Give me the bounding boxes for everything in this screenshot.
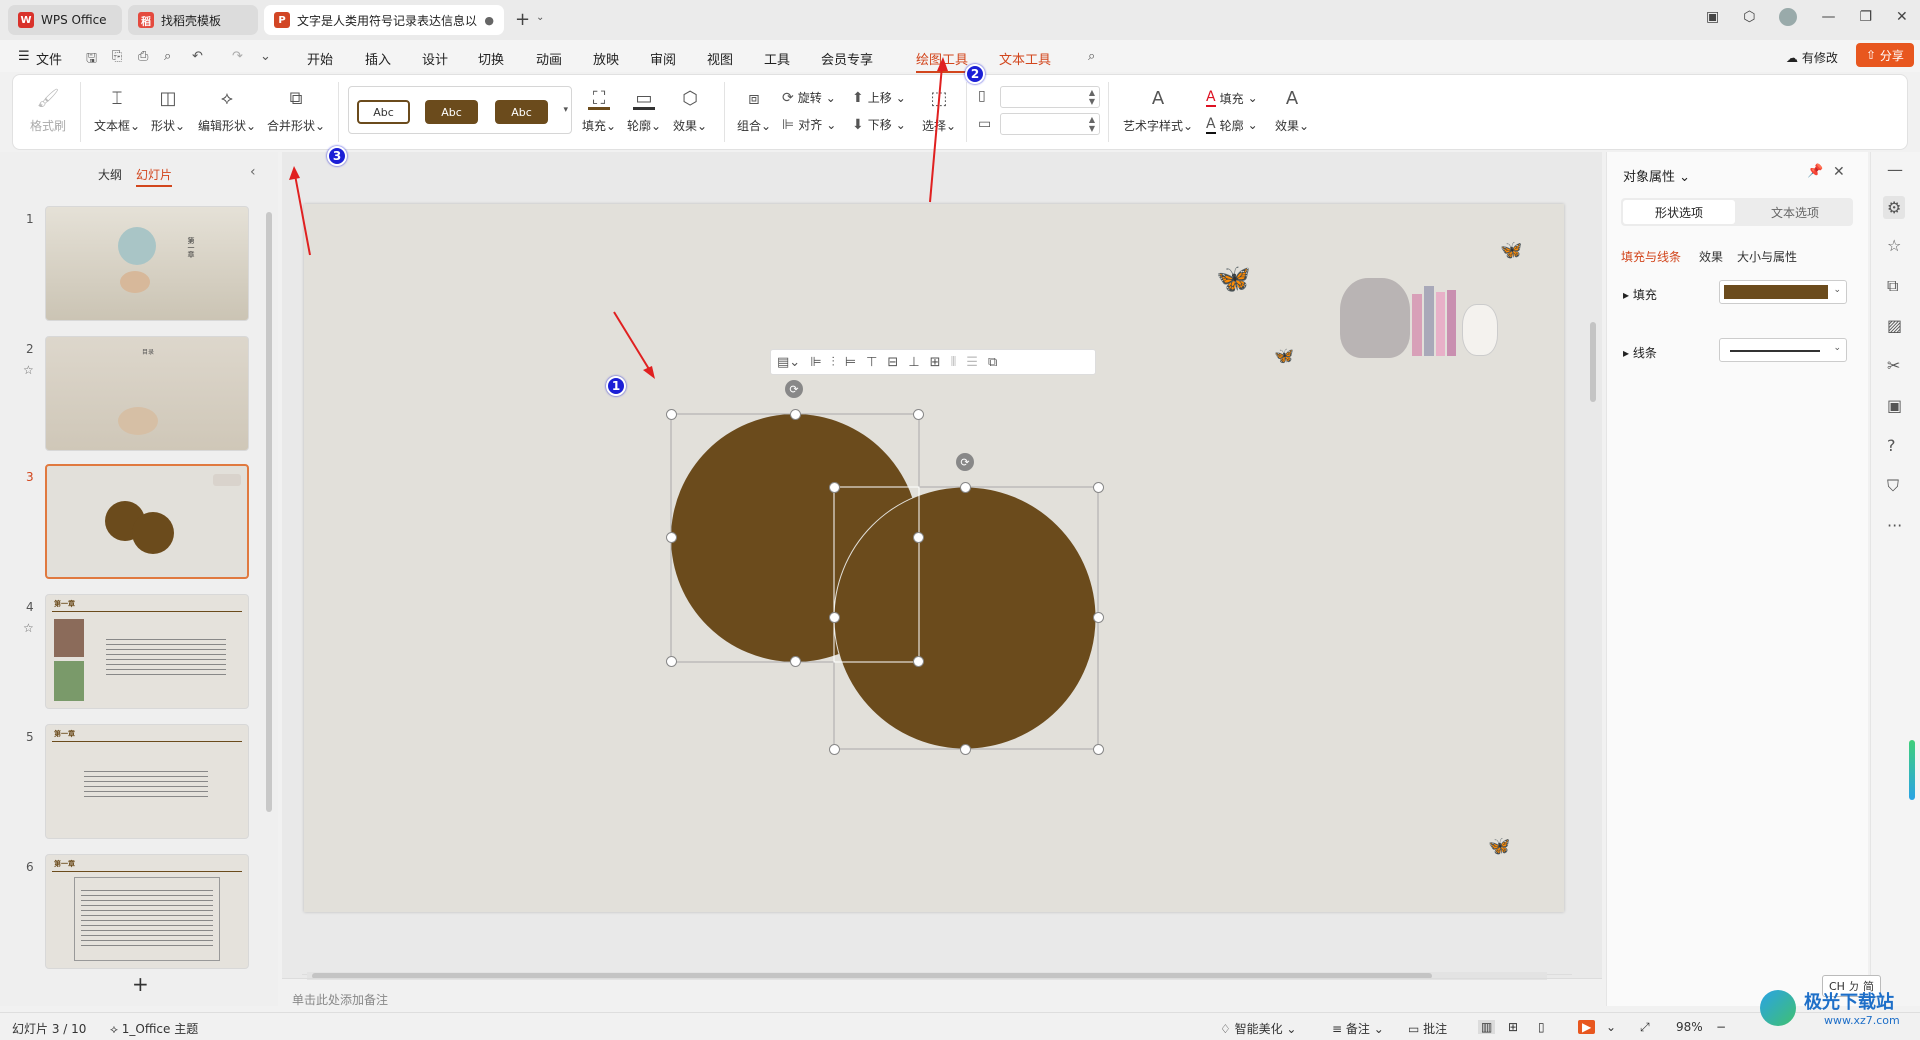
copy-icon[interactable]: ⧉ — [1887, 276, 1898, 296]
panel-title-label: 对象属性 — [1623, 170, 1676, 185]
resize-handle[interactable] — [913, 656, 924, 667]
object-properties-panel: 对象属性 ⌄ 📌 ✕ 形状选项 文本选项 填充与线条 效果 大小与属性 ▸ 填充… — [1606, 152, 1868, 1006]
expand-icon: ▸ — [1623, 288, 1633, 302]
annotation-badge-1: 1 — [606, 376, 626, 396]
resize-handle[interactable] — [666, 532, 677, 543]
watermark-name: 极光下载站 — [1804, 992, 1894, 1013]
resize-handle[interactable] — [1093, 482, 1104, 493]
beautify-label: 智能美化 — [1234, 1022, 1283, 1036]
tab-shape-options[interactable]: 形状选项 — [1623, 200, 1735, 224]
comments-label: 批注 — [1423, 1022, 1448, 1036]
shirt-icon[interactable]: ⛉ — [1887, 476, 1899, 496]
arrow-head — [643, 366, 655, 379]
rotate-handle-icon[interactable]: ⟳ — [956, 453, 974, 471]
tools-icon[interactable]: ✂ — [1887, 356, 1900, 375]
properties-icon[interactable]: ⚙ — [1883, 196, 1906, 219]
line-style-swatch — [1730, 350, 1820, 352]
close-icon[interactable]: ✕ — [1833, 164, 1845, 180]
fill-color-dropdown[interactable]: ⌄ — [1719, 280, 1847, 304]
fill-section[interactable]: ▸ 填充 — [1623, 286, 1657, 303]
chevron-down-icon[interactable]: ⌄ — [1606, 1020, 1616, 1034]
arrow-annotation — [929, 65, 943, 203]
reading-view-icon[interactable]: ▯ — [1538, 1020, 1545, 1034]
fit-window-icon[interactable]: ⤢ — [1640, 1020, 1650, 1035]
zoom-out-icon[interactable]: − — [1716, 1020, 1726, 1034]
chevron-down-icon: ⌄ — [1833, 343, 1841, 353]
panel-title[interactable]: 对象属性 ⌄ — [1623, 166, 1690, 185]
resize-handle[interactable] — [960, 482, 971, 493]
minimize-panel-icon[interactable]: — — [1887, 160, 1903, 179]
watermark-logo: 极光下载站 www.xz7.com — [1760, 986, 1920, 1038]
status-bar: 幻灯片 3 / 10 ⟡ 1_Office 主题 ♢ 智能美化 ⌄ ≡ 备注 ⌄… — [0, 1012, 1920, 1040]
resize-handle[interactable] — [829, 482, 840, 493]
play-slideshow-button[interactable]: ▶ — [1578, 1020, 1596, 1034]
resize-handle[interactable] — [666, 409, 677, 420]
annotation-badge-2: 2 — [965, 64, 985, 84]
pin-icon[interactable]: 📌 — [1807, 164, 1823, 179]
floating-widget[interactable] — [1909, 740, 1915, 800]
resize-handle[interactable] — [960, 744, 971, 755]
arrow-annotation — [294, 174, 311, 256]
rotate-handle-icon[interactable]: ⟳ — [785, 380, 803, 398]
normal-view-icon[interactable]: ▥ — [1478, 1020, 1496, 1034]
image-icon[interactable]: ▨ — [1887, 316, 1902, 335]
resize-handle[interactable] — [913, 409, 924, 420]
watermark-url: www.xz7.com — [1824, 1014, 1900, 1027]
star-icon[interactable]: ☆ — [1887, 236, 1901, 255]
slide-count: 幻灯片 3 / 10 — [12, 1022, 87, 1036]
theme-name[interactable]: ⟡ 1_Office 主题 — [110, 1020, 198, 1037]
watermark-globe-icon — [1760, 990, 1796, 1026]
fill-color-swatch — [1724, 285, 1828, 299]
resize-handle[interactable] — [666, 656, 677, 667]
line-style-dropdown[interactable]: ⌄ — [1719, 338, 1847, 362]
comments-button[interactable]: ▭ 批注 — [1408, 1020, 1447, 1037]
notes-placeholder[interactable]: 单击此处添加备注 — [292, 991, 388, 1008]
subtab-size-attr[interactable]: 大小与属性 — [1737, 248, 1797, 265]
divider — [282, 978, 1602, 979]
smart-beautify-button[interactable]: ♢ 智能美化 ⌄ — [1220, 1020, 1296, 1037]
subtab-fill-line[interactable]: 填充与线条 — [1621, 248, 1681, 265]
subtab-effect[interactable]: 效果 — [1699, 248, 1723, 265]
tab-text-options[interactable]: 文本选项 — [1739, 200, 1851, 224]
beautify-icon: ♢ — [1220, 1022, 1235, 1036]
line-section[interactable]: ▸ 线条 — [1623, 344, 1657, 361]
resize-handle[interactable] — [913, 532, 924, 543]
chevron-down-icon: ⌄ — [1833, 285, 1841, 295]
circle-shape-2[interactable] — [833, 486, 1097, 750]
more-icon[interactable]: ··· — [1887, 516, 1902, 535]
fill-section-label: 填充 — [1632, 288, 1657, 302]
line-section-label: 线条 — [1632, 346, 1657, 360]
grid-view-icon[interactable]: ⊞ — [1508, 1020, 1518, 1034]
resize-handle[interactable] — [1093, 744, 1104, 755]
resize-handle[interactable] — [790, 409, 801, 420]
book-icon[interactable]: ▣ — [1887, 396, 1902, 415]
resize-handle[interactable] — [829, 612, 840, 623]
theme-label: 1_Office 主题 — [121, 1022, 199, 1036]
notes-label: 备注 — [1345, 1022, 1370, 1036]
help-icon[interactable]: ? — [1887, 436, 1896, 455]
annotation-badge-3: 3 — [327, 146, 347, 166]
resize-handle[interactable] — [829, 744, 840, 755]
arrow-head — [289, 166, 300, 180]
notes-button[interactable]: ≡ 备注 ⌄ — [1332, 1020, 1384, 1037]
zoom-level[interactable]: 98% — [1676, 1020, 1703, 1034]
comment-icon: ▭ — [1408, 1022, 1424, 1036]
resize-handle[interactable] — [790, 656, 801, 667]
resize-handle[interactable] — [1093, 612, 1104, 623]
expand-icon: ▸ — [1623, 346, 1633, 360]
option-tabs: 形状选项 文本选项 — [1621, 198, 1853, 226]
arrow-annotation — [613, 311, 653, 375]
notes-icon: ≡ — [1332, 1022, 1346, 1036]
right-sidebar: — ⚙ ☆ ⧉ ▨ ✂ ▣ ? ⛉ ··· — [1870, 152, 1920, 1006]
theme-icon: ⟡ — [110, 1022, 122, 1036]
arrow-head — [937, 57, 948, 71]
